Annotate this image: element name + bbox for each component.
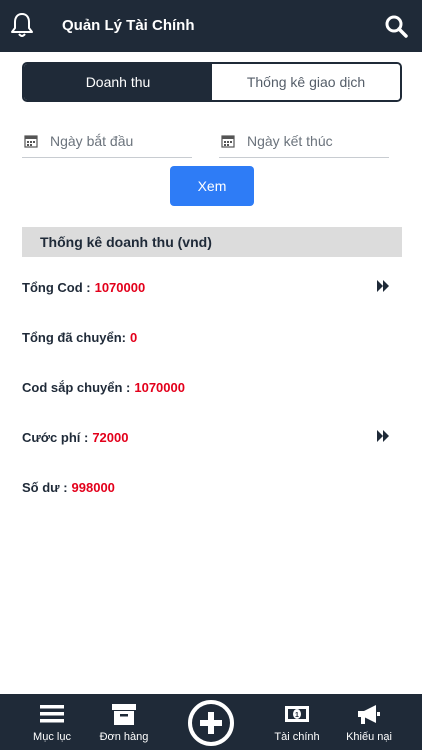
money-icon: 1 (285, 706, 309, 722)
section-title: Thống kê doanh thu (vnd) (22, 227, 402, 257)
nav-item-finance[interactable]: 1 Tài chính (262, 694, 332, 750)
nav-item-orders[interactable]: Đơn hàng (89, 694, 159, 750)
stat-row-total-transferred: Tổng đã chuyển: 0 (22, 325, 402, 349)
nav-label: Tài chính (274, 731, 320, 743)
calendar-icon (221, 134, 235, 148)
stat-value: 0 (130, 329, 138, 345)
app-header: Quản Lý Tài Chính (0, 0, 422, 52)
start-date-field[interactable]: Ngày bắt đầu (22, 124, 192, 158)
stat-row-total-cod: Tổng Cod : 1070000 (22, 275, 402, 299)
add-order-button[interactable] (185, 697, 237, 749)
svg-text:1: 1 (295, 712, 299, 719)
stat-label: Tổng Cod : (22, 279, 91, 295)
page-title: Quản Lý Tài Chính (62, 17, 195, 34)
end-date-placeholder: Ngày kết thúc (247, 132, 333, 149)
search-icon[interactable] (384, 14, 408, 38)
stat-value: 1070000 (94, 279, 146, 295)
stat-row-cod-pending: Cod sắp chuyển : 1070000 (22, 375, 402, 399)
stat-label: Cước phí : (22, 429, 89, 445)
nav-item-menu[interactable]: Mục lục (17, 694, 87, 750)
calendar-icon (24, 134, 38, 148)
menu-icon (40, 705, 64, 723)
stat-row-balance: Số dư : 998000 (22, 475, 402, 499)
stat-row-fee: Cước phí : 72000 (22, 425, 402, 449)
fast-forward-icon[interactable] (377, 430, 390, 442)
nav-label: Đơn hàng (99, 731, 149, 743)
nav-item-complaint[interactable]: Khiếu nại (334, 694, 404, 750)
stat-value: 998000 (71, 479, 115, 495)
end-date-field[interactable]: Ngày kết thúc (219, 124, 389, 158)
tab-transaction-stats[interactable]: Thống kê giao dịch (212, 64, 400, 100)
nav-label: Khiếu nại (346, 731, 392, 743)
tab-revenue[interactable]: Doanh thu (24, 64, 212, 100)
fast-forward-icon[interactable] (377, 280, 390, 292)
stat-label: Tổng đã chuyển: (22, 329, 126, 345)
archive-box-icon (112, 704, 136, 725)
plus-icon (192, 704, 230, 742)
nav-label: Mục lục (33, 731, 71, 743)
stat-value: 72000 (92, 429, 129, 445)
bell-icon[interactable] (10, 12, 34, 38)
start-date-placeholder: Ngày bắt đầu (50, 132, 134, 149)
megaphone-icon (358, 705, 380, 724)
stat-label: Cod sắp chuyển : (22, 379, 131, 395)
view-button[interactable]: Xem (170, 166, 254, 206)
stat-label: Số dư : (22, 479, 68, 495)
tab-bar: Doanh thu Thống kê giao dịch (22, 62, 402, 102)
stat-value: 1070000 (134, 379, 185, 395)
